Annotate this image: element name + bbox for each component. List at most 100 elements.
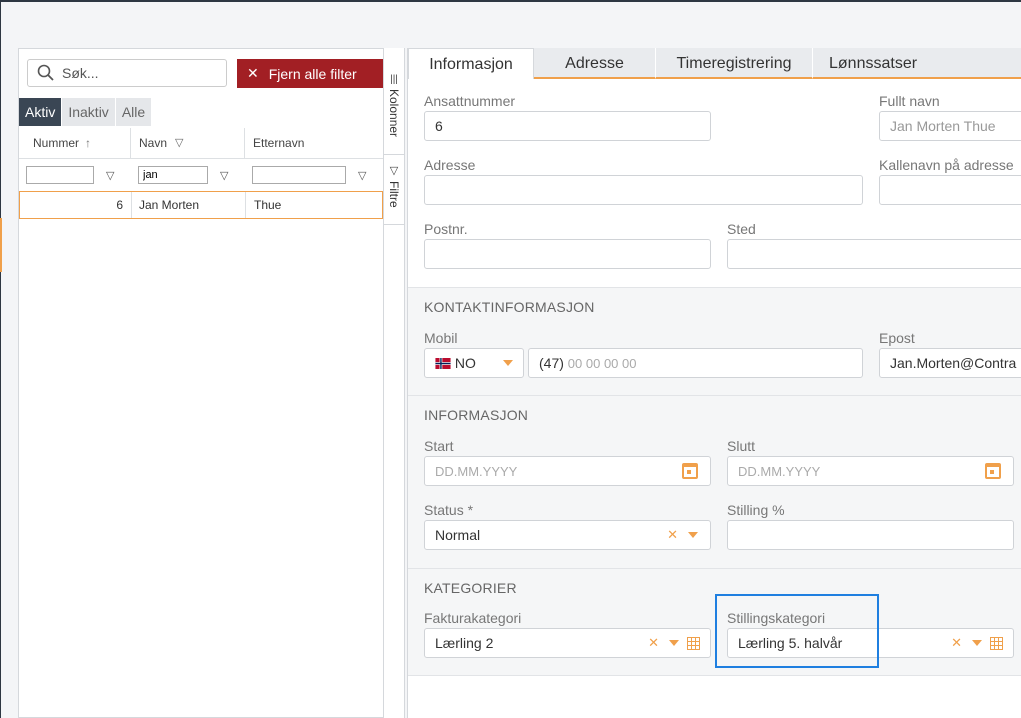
chevron-down-icon[interactable] <box>972 640 982 646</box>
filters-tool-tab[interactable]: ▽ Filtre <box>384 156 404 225</box>
side-tool-tabs: ||| Kolonner ▽ Filtre <box>383 48 405 718</box>
contact-section-title: KONTAKTINFORMASJON <box>424 299 595 315</box>
postnr-field[interactable] <box>424 239 711 269</box>
start-date-field[interactable]: DD.MM.YYYY <box>424 456 711 486</box>
mobil-field[interactable]: (47) 00 00 00 00 <box>528 348 863 378</box>
filter-input-nummer[interactable] <box>26 166 94 184</box>
clear-icon[interactable]: ✕ <box>667 521 678 549</box>
status-segment: Aktiv Inaktiv Alle <box>19 98 153 126</box>
filter-icon: ▽ <box>389 165 399 177</box>
filter-icon: ▽ <box>175 137 184 149</box>
search-input[interactable] <box>60 64 224 82</box>
calendar-icon[interactable] <box>985 463 1001 479</box>
cell-nummer: 6 <box>20 192 132 218</box>
filter-row: ▽ ▽ ▽ <box>19 159 384 192</box>
sted-label: Sted <box>727 221 756 237</box>
fakturakategori-value: Lærling 2 <box>435 635 494 651</box>
status-label: Status * <box>424 502 474 518</box>
grid-lookup-icon[interactable] <box>990 636 1003 650</box>
chevron-down-icon <box>503 360 513 366</box>
status-select[interactable]: Normal ✕ <box>424 520 711 550</box>
filter-input-etternavn[interactable] <box>252 166 346 184</box>
norway-flag-icon <box>435 358 451 369</box>
cell-navn: Jan Morten <box>132 192 246 218</box>
employee-form-panel: Informasjon Adresse Timeregistrering Løn… <box>407 48 1021 718</box>
country-code: NO <box>454 355 476 371</box>
form-tabs: Informasjon Adresse Timeregistrering Løn… <box>408 48 1021 79</box>
epost-field[interactable]: Jan.Morten@Contra <box>879 348 1021 378</box>
slutt-placeholder: DD.MM.YYYY <box>738 464 821 479</box>
filter-input-navn[interactable] <box>138 166 208 184</box>
table-row[interactable]: 6 Jan Morten Thue <box>19 191 383 219</box>
categories-section-title: KATEGORIER <box>424 580 517 596</box>
column-label: Nummer <box>33 136 80 150</box>
filter-icon[interactable]: ▽ <box>220 169 228 182</box>
sort-asc-icon: ↑ <box>85 136 92 150</box>
column-label: Etternavn <box>253 136 305 150</box>
column-header-etternavn[interactable]: Etternavn <box>245 128 384 158</box>
postnr-label: Postnr. <box>424 221 468 237</box>
slutt-date-field[interactable]: DD.MM.YYYY <box>727 456 1014 486</box>
filter-icon[interactable]: ▽ <box>358 169 366 182</box>
segment-aktiv[interactable]: Aktiv <box>19 98 63 126</box>
country-code-select[interactable]: NO <box>424 348 524 378</box>
close-icon: ✕ <box>247 65 259 81</box>
stilling-label: Stilling % <box>727 502 785 518</box>
tab-timeregistrering[interactable]: Timeregistrering <box>656 48 813 79</box>
stillingskategori-value: Lærling 5. halvår <box>738 635 843 651</box>
fakturakategori-select[interactable]: Lærling 2 ✕ <box>424 628 711 658</box>
slutt-label: Slutt <box>727 438 756 454</box>
columns-icon: ||| <box>390 74 398 85</box>
left-edge <box>0 2 1 718</box>
kallenavn-field[interactable] <box>879 175 1021 205</box>
epost-label: Epost <box>879 330 915 346</box>
clear-all-filters-label: Fjern alle filter <box>268 65 357 82</box>
employee-grid-panel: ✕ Fjern alle filter Aktiv Inaktiv Alle N… <box>18 48 384 718</box>
fullt-navn-field: Jan Morten Thue <box>879 111 1021 141</box>
columns-tool-tab[interactable]: ||| Kolonner <box>384 68 404 155</box>
tab-lonnssatser[interactable]: Lønnssatser <box>813 48 1021 79</box>
filters-tab-label: Filtre <box>387 181 401 208</box>
chevron-down-icon[interactable] <box>688 532 698 538</box>
start-placeholder: DD.MM.YYYY <box>435 464 518 479</box>
fullt-navn-label: Fullt navn <box>879 93 940 109</box>
mobil-prefix: (47) <box>539 355 564 371</box>
info-section-title: INFORMASJON <box>424 407 529 423</box>
calendar-icon[interactable] <box>682 463 698 479</box>
left-accent-marker <box>0 218 2 272</box>
contact-section: KONTAKTINFORMASJON Mobil NO (47) 00 00 0… <box>408 287 1021 395</box>
tab-informasjon[interactable]: Informasjon <box>408 48 534 79</box>
grid-header: Nummer ↑ Navn ▽ Etternavn <box>19 128 384 159</box>
cell-etternavn: Thue <box>254 198 282 212</box>
column-label: Navn <box>139 136 168 150</box>
kallenavn-label: Kallenavn på adresse <box>879 157 1014 173</box>
tab-adresse[interactable]: Adresse <box>534 48 656 79</box>
top-bar <box>0 0 1021 2</box>
stillingskategori-select[interactable]: Lærling 5. halvår ✕ <box>727 628 1014 658</box>
clear-icon[interactable]: ✕ <box>951 629 962 657</box>
info-section: INFORMASJON Start DD.MM.YYYY Slutt DD.MM… <box>408 395 1021 568</box>
segment-inaktiv[interactable]: Inaktiv <box>62 98 116 126</box>
columns-tab-label: Kolonner <box>387 89 401 138</box>
fakturakategori-label: Fakturakategori <box>424 610 522 626</box>
column-header-nummer[interactable]: Nummer ↑ <box>19 128 131 158</box>
stillingskategori-label: Stillingskategori <box>727 610 826 626</box>
clear-icon[interactable]: ✕ <box>648 629 659 657</box>
start-label: Start <box>424 438 454 454</box>
stilling-field[interactable] <box>727 520 1014 550</box>
sted-field[interactable] <box>727 239 1021 269</box>
column-header-navn[interactable]: Navn ▽ <box>131 128 245 158</box>
filter-icon[interactable]: ▽ <box>106 169 114 182</box>
search-icon <box>37 64 54 81</box>
clear-all-filters-button[interactable]: ✕ Fjern alle filter <box>237 59 383 88</box>
mobil-label: Mobil <box>424 330 458 346</box>
adresse-label: Adresse <box>424 157 476 173</box>
ansattnummer-label: Ansattnummer <box>424 93 516 109</box>
segment-alle[interactable]: Alle <box>115 98 153 126</box>
status-value: Normal <box>435 527 481 543</box>
mobil-placeholder: 00 00 00 00 <box>567 356 637 371</box>
grid-lookup-icon[interactable] <box>687 636 700 650</box>
adresse-field[interactable] <box>424 175 863 205</box>
chevron-down-icon[interactable] <box>669 640 679 646</box>
ansattnummer-field[interactable]: 6 <box>424 111 711 141</box>
